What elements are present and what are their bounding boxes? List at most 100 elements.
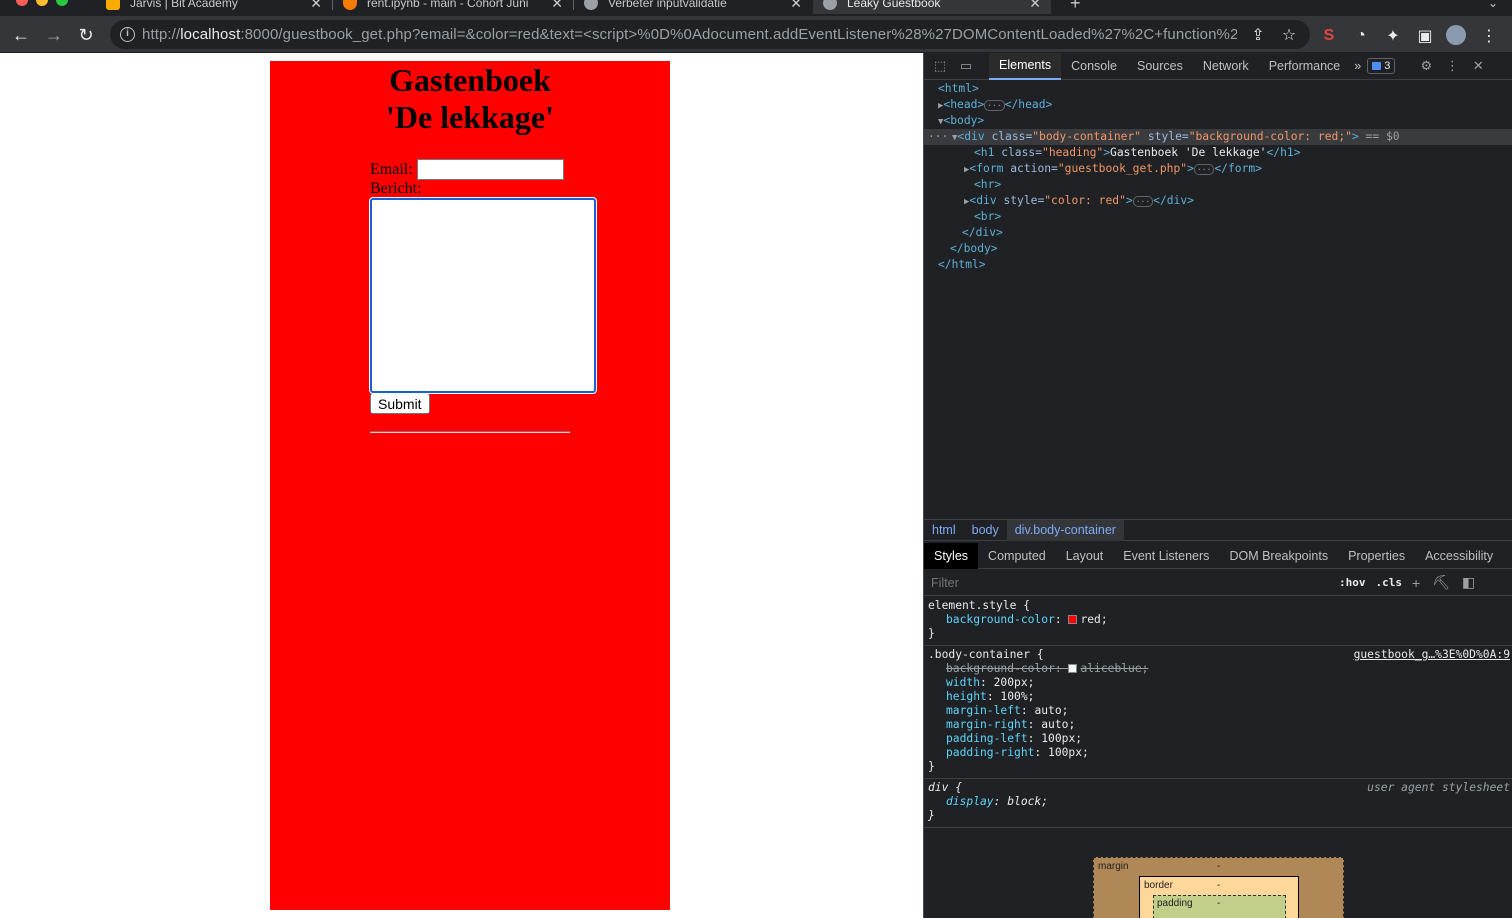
css-property[interactable]: padding-left: 100px; [928,732,1509,746]
body-container: Gastenboek 'De lekkage' Email: Bericht: … [270,61,670,910]
dom-node-body[interactable]: ▼<body> [924,113,1512,129]
subtab-accessibility[interactable]: Accessibility [1415,543,1503,569]
tab-sources[interactable]: Sources [1127,53,1193,80]
subtab-layout[interactable]: Layout [1056,543,1114,569]
speed-extension-icon[interactable]: ◔ [1350,25,1372,47]
tab-rent-notebook[interactable]: rent.ipynb - main - Cohort Juni ✕ [333,0,573,14]
subtab-styles[interactable]: Styles [924,542,979,569]
address-bar[interactable]: i http://localhost:8000/guestbook_get.ph… [110,20,1310,49]
dom-node-h1[interactable]: <h1 class="heading">Gastenboek 'De lekka… [924,145,1512,161]
close-window-button[interactable] [16,0,28,6]
styles-filter-input[interactable] [924,575,1339,590]
url-text[interactable]: http://localhost:8000/guestbook_get.php?… [142,26,1237,43]
box-model-diagram: margin - border - padding - [1093,857,1344,918]
settings-gear-icon[interactable]: ⚙ [1413,53,1439,79]
dom-node-html[interactable]: <html> [924,81,1512,97]
dom-node-div-red[interactable]: ▶<div style="color: red"> ··· </div> [924,193,1512,209]
email-label: Email: [370,160,413,178]
css-property: display: block; [946,795,1049,808]
extensions-puzzle-icon[interactable]: ✦ [1382,25,1404,47]
hov-toggle[interactable]: :hov [1339,576,1366,589]
back-button[interactable]: ← [8,22,34,48]
rule-selector: element.style { [928,599,1031,612]
browser-menu-icon[interactable]: ⋮ [1478,25,1500,47]
color-swatch-icon[interactable] [1068,615,1078,624]
close-tab-icon[interactable]: ✕ [310,0,322,12]
paint-brush-icon[interactable]: ⛏ [1432,574,1450,591]
issues-badge[interactable]: 3 [1367,58,1396,74]
side-panel-icon[interactable]: ▣ [1414,25,1436,47]
breadcrumb-body[interactable]: body [964,523,1007,537]
devtools-panel: ⬚ ▭ Elements Console Sources Network Per… [923,52,1512,918]
css-property[interactable]: padding-right: 100px; [928,746,1509,760]
dom-node-html-close[interactable]: </html> [924,257,1512,273]
devtools-menu-icon[interactable]: ⋮ [1439,53,1465,79]
toggle-sidebar-icon[interactable]: ◧ [1462,574,1475,591]
box-model-border-value[interactable]: - [1217,880,1220,891]
forward-button[interactable]: → [41,22,67,48]
tab-leaky-guestbook[interactable]: Leaky Guestbook ✕ [813,0,1051,14]
tab-performance[interactable]: Performance [1259,53,1351,80]
zoom-window-button[interactable] [56,0,68,6]
reload-button[interactable]: ↻ [73,22,99,48]
rule-body-container: .body-container { guestbook_g…%3E%0D%0A:… [924,646,1512,779]
tab-strip: Jarvis | Bit Academy ✕ rent.ipynb - main… [0,0,1512,16]
new-tab-button[interactable]: + [1060,0,1091,14]
dom-node-body-close[interactable]: </body> [924,241,1512,257]
close-devtools-icon[interactable]: ✕ [1465,53,1491,79]
new-style-rule-icon[interactable]: + [1412,575,1420,591]
dom-node-div-close[interactable]: </div> [924,225,1512,241]
css-property[interactable]: margin-right: auto; [928,718,1509,732]
close-tab-icon[interactable]: ✕ [551,0,563,12]
email-input[interactable] [416,159,564,180]
box-model-padding-value[interactable]: - [1217,898,1220,909]
submit-button[interactable]: Submit [370,393,430,414]
tab-search-chevron-icon[interactable]: ⌄ [1478,0,1508,14]
site-info-icon[interactable]: i [120,27,135,42]
rule-source-link[interactable]: guestbook_g…%3E%0D%0A:9 [1354,648,1510,662]
minimize-window-button[interactable] [36,0,48,6]
bookmark-star-icon[interactable]: ☆ [1278,24,1300,46]
close-tab-icon[interactable]: ✕ [790,0,802,12]
css-property[interactable]: background-color}: red; [928,613,1509,627]
profile-avatar[interactable] [1446,25,1466,45]
message-textarea[interactable] [369,197,597,394]
close-tab-icon[interactable]: ✕ [1029,0,1041,12]
breadcrumb-html[interactable]: html [924,523,964,537]
share-icon[interactable]: ⇪ [1247,24,1269,46]
subtab-dom-breakpoints[interactable]: DOM Breakpoints [1219,543,1338,569]
breadcrumb: html body div.body-container [924,519,1512,541]
tab-verbeter-inputvalidatie[interactable]: Verbeter inputvalidatie ✕ [574,0,812,14]
dom-node-hr[interactable]: <hr> [924,177,1512,193]
subtab-computed[interactable]: Computed [978,543,1056,569]
color-swatch-icon[interactable] [1068,664,1078,673]
dom-node-br[interactable]: <br> [924,209,1512,225]
tab-elements[interactable]: Elements [989,52,1062,80]
dom-tree[interactable]: <html> ▶<head> ··· </head> ▼<body> ··· ▼<di… [924,81,1512,273]
tab-network[interactable]: Network [1193,53,1259,80]
box-model-margin-value[interactable]: - [1217,861,1220,872]
more-tabs-icon[interactable]: » [1350,53,1365,80]
device-toolbar-icon[interactable]: ▭ [953,53,979,79]
breadcrumb-div-body-container[interactable]: div.body-container [1006,519,1124,541]
seo-extension-icon[interactable]: S [1318,25,1340,47]
dom-node-form[interactable]: ▶<form action="guestbook_get.php"> ··· </f… [924,161,1512,177]
tab-console[interactable]: Console [1061,53,1127,80]
inspect-element-icon[interactable]: ⬚ [927,53,953,79]
cls-toggle[interactable]: .cls [1376,576,1403,589]
box-model-border-label: border [1144,880,1173,891]
subtab-event-listeners[interactable]: Event Listeners [1113,543,1219,569]
css-property[interactable]: height: 100%; [928,690,1509,704]
dom-node-head[interactable]: ▶<head> ··· </head> [924,97,1512,113]
css-property-overridden[interactable]: background-color: aliceblue; [928,662,1509,676]
globe-favicon-icon [823,0,837,10]
dom-node-body-container[interactable]: ··· ▼<div class="body-container" style="b… [924,129,1512,145]
css-property[interactable]: width: 200px; [928,676,1509,690]
css-property[interactable]: margin-left: auto; [928,704,1509,718]
horizontal-rule [370,431,570,433]
box-model-padding: padding - [1153,895,1286,918]
rule-div-user-agent: div { user agent stylesheet display: blo… [924,779,1512,828]
subtab-properties[interactable]: Properties [1338,543,1415,569]
tab-jarvis[interactable]: Jarvis | Bit Academy ✕ [96,0,332,14]
openai-favicon-icon [584,0,598,10]
